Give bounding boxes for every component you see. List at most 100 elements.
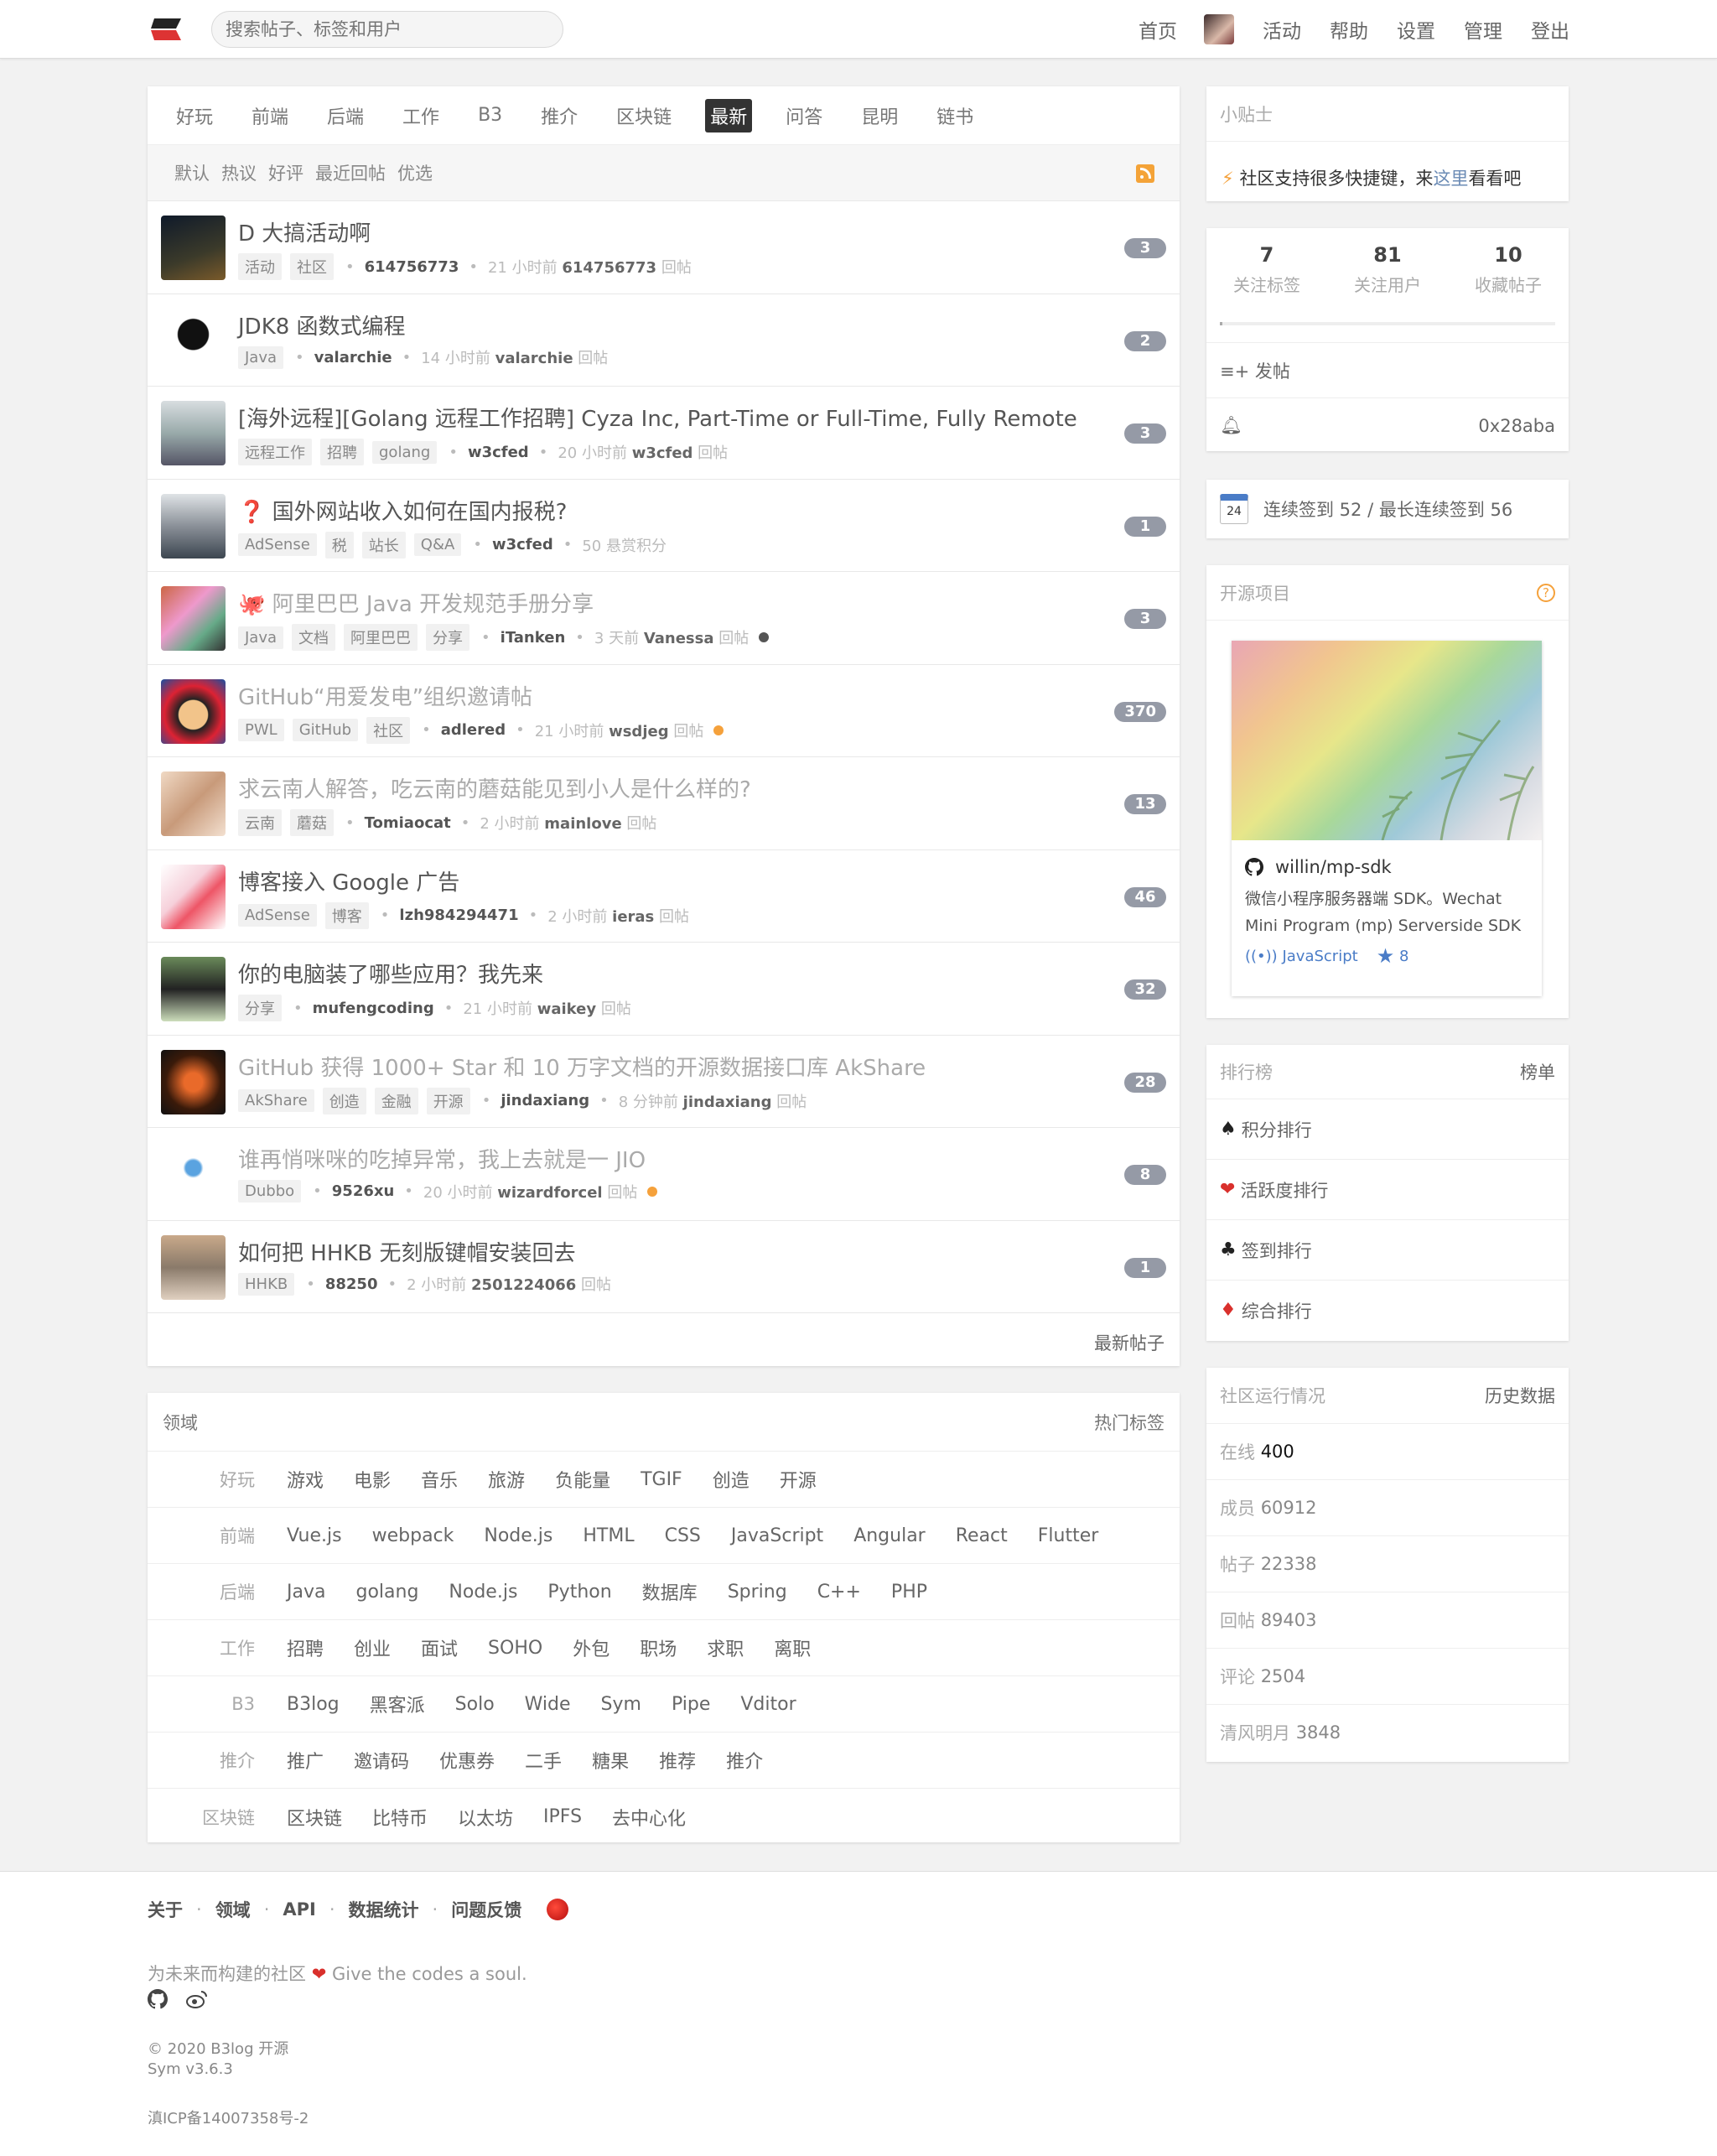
post-row[interactable]: 谁再悄咪咪的吃掉异常，我上去就是一 JIO Dubbo • 9526xu • 20 小时前… <box>148 1128 1180 1221</box>
post-title[interactable]: 求云南人解答，吃云南的蘑菇能见到小人是什么样的? <box>238 772 751 803</box>
post-title[interactable]: GitHub 获得 1000+ Star 和 10 万字文档的开源数据接口库 A… <box>238 1051 926 1082</box>
avatar[interactable] <box>161 1049 226 1114</box>
reply-user[interactable]: jindaxiang <box>683 1094 772 1111</box>
reply-count-badge[interactable]: 46 <box>1124 886 1166 907</box>
post-author[interactable]: Tomiaocat <box>365 814 451 832</box>
domain-tag[interactable]: Spring <box>728 1582 787 1603</box>
domain-tag[interactable]: 推荐 <box>659 1747 696 1774</box>
avatar[interactable] <box>161 401 226 465</box>
domain-tag[interactable]: Node.js <box>484 1525 552 1546</box>
post-tag[interactable]: 蘑菇 <box>290 809 334 836</box>
post-title[interactable]: GitHub“用爱发电”组织邀请帖 <box>238 680 532 711</box>
domain-tag[interactable]: 创业 <box>354 1634 391 1661</box>
domain-tag[interactable]: Wide <box>525 1694 571 1715</box>
rank-item[interactable]: ♦ 综合排行 <box>1206 1280 1569 1340</box>
avatar[interactable] <box>161 308 226 373</box>
nav-admin[interactable]: 管理 <box>1464 15 1502 44</box>
post-author[interactable]: 88250 <box>325 1275 378 1293</box>
post-tag[interactable]: golang <box>372 440 438 464</box>
domain-tag[interactable]: React <box>956 1525 1008 1546</box>
post-author[interactable]: w3cfed <box>492 536 553 553</box>
domain-tag[interactable]: 职场 <box>640 1634 677 1661</box>
domain-tag[interactable]: 电影 <box>354 1466 391 1493</box>
domain-tag[interactable]: 负能量 <box>555 1466 610 1493</box>
reply-user[interactable]: Vanessa <box>644 630 714 647</box>
tab-fun[interactable]: 好玩 <box>171 99 218 132</box>
footer-api[interactable]: API <box>283 1899 315 1920</box>
tab-blockchain[interactable]: 区块链 <box>611 99 677 132</box>
post-author[interactable]: mufengcoding <box>313 1000 434 1017</box>
domain-name[interactable]: B3 <box>148 1694 268 1714</box>
domain-tag[interactable]: Sym <box>601 1694 641 1715</box>
avatar[interactable] <box>1204 14 1234 44</box>
post-author[interactable]: jindaxiang <box>501 1092 589 1109</box>
post-tag[interactable]: 站长 <box>361 531 406 558</box>
rank-item[interactable]: ♣ 签到排行 <box>1206 1219 1569 1280</box>
post-title[interactable]: 如何把 HHKB 无刻版键帽安装回去 <box>238 1236 576 1267</box>
rank-item[interactable]: ❤ 活跃度排行 <box>1206 1159 1569 1219</box>
post-row[interactable]: GitHub 获得 1000+ Star 和 10 万字文档的开源数据接口库 A… <box>148 1036 1180 1128</box>
domain-tag[interactable]: 创造 <box>713 1466 750 1493</box>
domain-tag[interactable]: 数据库 <box>642 1578 698 1605</box>
domain-tag[interactable]: HTML <box>583 1525 634 1546</box>
rank-item[interactable]: ♠ 积分排行 <box>1206 1099 1569 1159</box>
domain-tag[interactable]: Vue.js <box>287 1525 342 1546</box>
post-tag[interactable]: Java <box>238 345 284 369</box>
checkin-panel[interactable]: 24 连续签到 52 / 最长连续签到 56 <box>1206 480 1569 538</box>
domain-tag[interactable]: Angular <box>853 1525 926 1546</box>
post-title[interactable]: 🐙 阿里巴巴 Java 开发规范手册分享 <box>238 587 594 618</box>
tab-qa[interactable]: 问答 <box>781 99 827 132</box>
post-tag[interactable]: 活动 <box>238 253 282 280</box>
post-tag[interactable]: 创造 <box>322 1087 366 1114</box>
domain-name[interactable]: 后端 <box>148 1579 268 1604</box>
post-tag[interactable]: PWL <box>238 719 284 741</box>
domain-tag[interactable]: 游戏 <box>287 1466 324 1493</box>
help-icon[interactable]: ? <box>1537 583 1555 602</box>
post-author[interactable]: lzh984294471 <box>399 907 518 924</box>
post-tag[interactable]: 云南 <box>238 809 282 836</box>
post-row[interactable]: 求云南人解答，吃云南的蘑菇能见到小人是什么样的? 云南 蘑菇 • Tomiaocat • 2… <box>148 757 1180 850</box>
domain-tag[interactable]: 糖果 <box>592 1747 629 1774</box>
nav-settings[interactable]: 设置 <box>1397 15 1435 44</box>
reply-count-badge[interactable]: 1 <box>1124 1257 1166 1278</box>
domain-tag[interactable]: 外包 <box>573 1634 610 1661</box>
domain-tag[interactable]: 黑客派 <box>370 1691 425 1717</box>
post-tag[interactable]: HHKB <box>238 1272 295 1296</box>
domain-tag[interactable]: 开源 <box>780 1466 817 1493</box>
domain-tag[interactable]: 面试 <box>421 1634 458 1661</box>
tab-latest[interactable]: 最新 <box>705 98 753 132</box>
reply-user[interactable]: 614756773 <box>562 259 656 277</box>
post-author[interactable]: 9526xu <box>332 1182 395 1200</box>
notification-row[interactable]: 🔔︎ 0x28aba <box>1206 397 1569 453</box>
post-author[interactable]: 614756773 <box>365 258 459 276</box>
post-row[interactable]: JDK8 函数式编程 Java • valarchie • 14 小时前 valarchi… <box>148 294 1180 387</box>
domain-tag[interactable]: IPFS <box>543 1806 582 1827</box>
repo-name[interactable]: willin/mp-sdk <box>1275 857 1392 877</box>
tab-kunming[interactable]: 昆明 <box>856 99 903 132</box>
avatar[interactable] <box>161 864 226 929</box>
flag-icon[interactable] <box>547 1899 569 1920</box>
avatar[interactable] <box>161 771 226 836</box>
domain-tag[interactable]: 求职 <box>707 1634 744 1661</box>
domain-tag[interactable]: Java <box>287 1582 325 1603</box>
stat-followed-tags[interactable]: 7 关注标签 <box>1233 243 1300 322</box>
reply-count-badge[interactable]: 3 <box>1124 423 1166 444</box>
footer-about[interactable]: 关于 <box>148 1897 183 1922</box>
nav-activity[interactable]: 活动 <box>1263 15 1301 44</box>
new-post-button[interactable]: ≡+ 发帖 <box>1206 342 1569 397</box>
post-row[interactable]: 🐙 阿里巴巴 Java 开发规范手册分享 Java 文档 阿里巴巴 分享 • iTanken… <box>148 572 1180 665</box>
sort-good[interactable]: 好评 <box>268 160 303 185</box>
post-tag[interactable]: 远程工作 <box>238 439 312 465</box>
post-row[interactable]: GitHub“用爱发电”组织邀请帖 PWL GitHub 社区 • adlered • 21 … <box>148 665 1180 757</box>
tab-work[interactable]: 工作 <box>397 99 444 132</box>
post-row[interactable]: D 大搞活动啊 活动 社区 • 614756773 • 21 小时前 614756773 回… <box>148 201 1180 294</box>
sort-hot[interactable]: 热议 <box>221 160 257 185</box>
reply-user[interactable]: ieras <box>612 908 654 926</box>
domain-tag[interactable]: TGIF <box>641 1469 682 1490</box>
post-title[interactable]: 你的电脑装了哪些应用？我先来 <box>238 958 543 989</box>
post-tag[interactable]: Java <box>238 626 284 649</box>
avatar[interactable] <box>161 586 226 651</box>
reply-count-badge[interactable]: 28 <box>1124 1072 1166 1093</box>
domain-tag[interactable]: PHP <box>891 1582 927 1603</box>
reply-user[interactable]: waikey <box>537 1000 596 1018</box>
